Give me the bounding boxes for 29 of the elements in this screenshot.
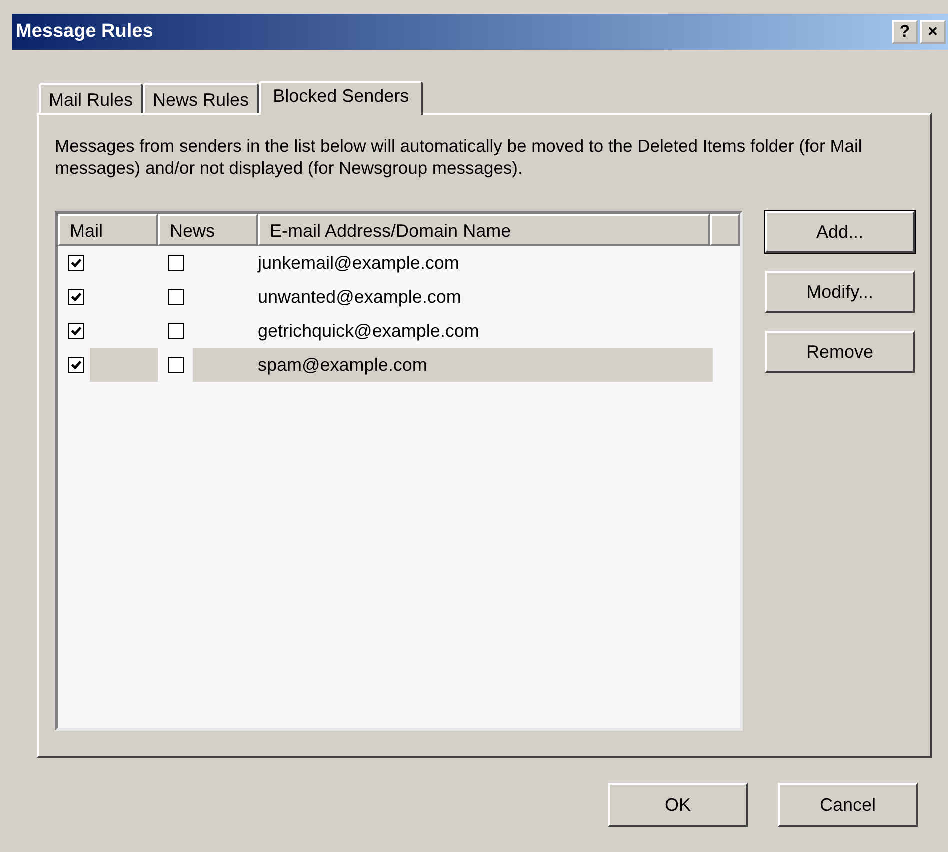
row-highlight: [90, 348, 158, 382]
side-button[interactable]: Modify...: [765, 271, 915, 313]
dialog-button[interactable]: Cancel: [778, 783, 918, 827]
window-title: Message Rules: [16, 21, 154, 43]
dialog-button[interactable]: OK: [608, 783, 748, 827]
help-button[interactable]: ?: [892, 20, 918, 44]
checkbox[interactable]: [68, 255, 84, 271]
side-button[interactable]: Remove: [765, 331, 915, 373]
description-text: Messages from senders in the list below will automatically be moved to the Deleted Items folder (for Mail messages) and/or not displayed (for Newsgroup messages).: [55, 135, 864, 179]
list-item[interactable]: unwanted@example.com: [258, 280, 713, 314]
tab[interactable]: Mail Rules: [39, 83, 144, 113]
checkbox[interactable]: [168, 323, 184, 339]
checkbox[interactable]: [68, 323, 84, 339]
checkbox[interactable]: [168, 289, 184, 305]
list-item[interactable]: getrichquick@example.com: [258, 314, 713, 348]
column-header[interactable]: News: [158, 214, 258, 246]
column-header[interactable]: E-mail Address/Domain Name: [258, 214, 710, 246]
list-item[interactable]: junkemail@example.com: [258, 246, 713, 280]
close-button[interactable]: ×: [920, 20, 946, 44]
tab[interactable]: Blocked Senders: [259, 81, 424, 115]
checkbox[interactable]: [168, 357, 184, 373]
side-button[interactable]: Add...: [765, 211, 915, 253]
column-header[interactable]: Mail: [58, 214, 158, 246]
column-header-filler: [710, 214, 740, 246]
tab[interactable]: News Rules: [143, 83, 260, 113]
checkbox[interactable]: [168, 255, 184, 271]
checkbox[interactable]: [68, 289, 84, 305]
list-item[interactable]: spam@example.com: [193, 348, 713, 382]
checkbox[interactable]: [68, 357, 84, 373]
